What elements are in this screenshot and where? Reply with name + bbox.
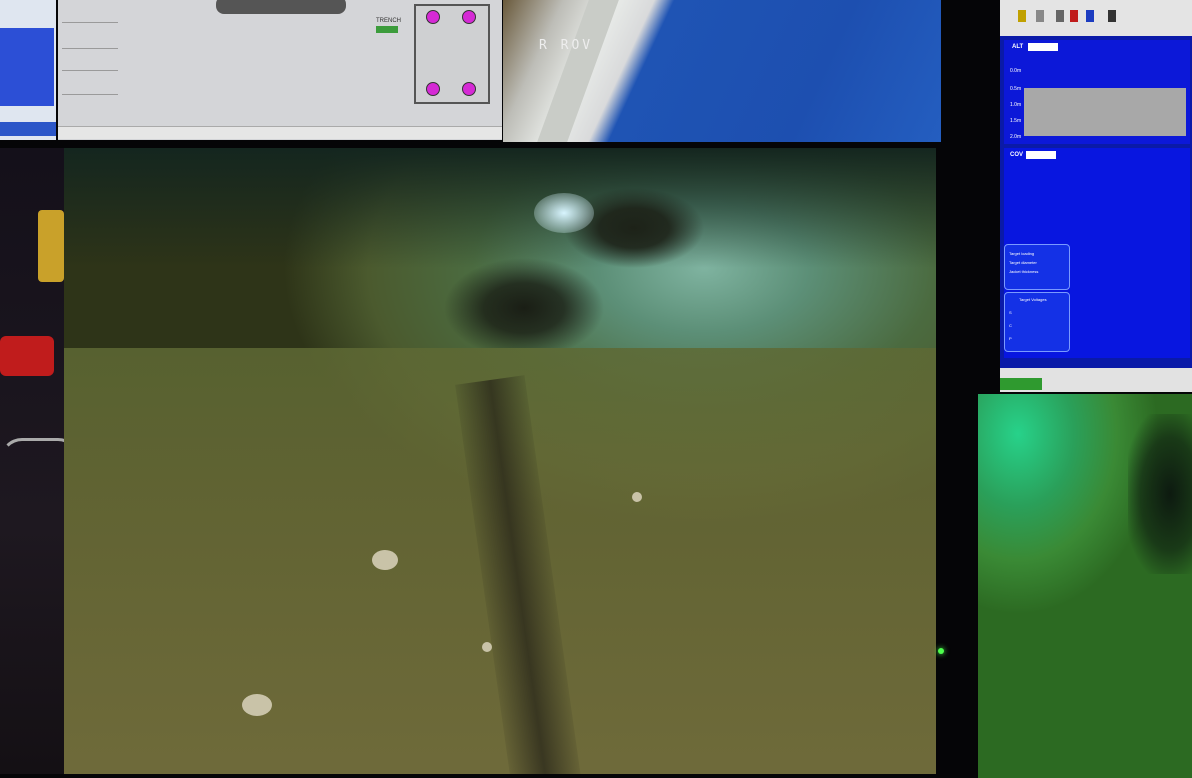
tool-icon-2[interactable] <box>1036 10 1044 22</box>
shell <box>242 694 272 716</box>
thruster-panel <box>414 4 490 104</box>
control-room-monitor <box>0 148 74 774</box>
tool-icon-5[interactable] <box>1086 10 1094 22</box>
cov-value <box>1026 151 1056 159</box>
divider <box>62 94 118 95</box>
altitude-gauge <box>1024 88 1186 136</box>
tool-icon-3[interactable] <box>1056 10 1064 22</box>
info-row: Target loading <box>1009 251 1035 256</box>
vehicle-tracks-diagram <box>216 0 346 14</box>
scada-monitor: TRENCH <box>58 0 502 140</box>
operator-red-object <box>0 336 54 376</box>
telemetry-monitor: ALT 0.0m 0.5m 1.0m 1.5m 2.0m COV Target … <box>1000 0 1192 392</box>
info-row: Jacket thickness <box>1009 269 1039 274</box>
alt-value <box>1028 43 1058 51</box>
voltages-title: Target Voltages <box>1019 297 1047 302</box>
thruster-icon <box>462 82 476 96</box>
info-row: Target diameter <box>1009 260 1037 265</box>
trench-label: TRENCH <box>376 18 401 24</box>
scada-taskbar[interactable] <box>58 126 502 139</box>
power-led <box>938 648 944 654</box>
shell <box>372 550 398 570</box>
toolbar <box>1000 0 1192 36</box>
thruster-icon <box>426 82 440 96</box>
alt-tick: 2.0m <box>1010 134 1022 140</box>
target-voltages-box: Target Voltages S C P <box>1004 292 1070 352</box>
alt-label: ALT <box>1012 44 1024 50</box>
light-flare <box>534 193 594 233</box>
target-info-box: Target loading Target diameter Jacket th… <box>1004 244 1070 290</box>
taskbar <box>0 122 56 136</box>
chair-outline <box>0 438 74 488</box>
small-status-monitor <box>0 0 56 140</box>
trench-value <box>376 26 398 33</box>
shell <box>482 642 492 652</box>
shell <box>632 492 642 502</box>
deck-edge <box>537 0 619 142</box>
net-debris <box>1128 414 1192 574</box>
tool-icon-1[interactable] <box>1018 10 1026 22</box>
status-panel <box>0 28 54 106</box>
divider <box>62 70 118 71</box>
operator-yellow-jacket <box>38 210 64 282</box>
divider <box>62 48 118 49</box>
telemetry-taskbar <box>1000 368 1192 392</box>
cov-panel: COV Target loading Target diameter Jacke… <box>1004 148 1190 358</box>
alt-tick: 0.5m <box>1010 86 1022 92</box>
alt-tick: 1.0m <box>1010 102 1022 108</box>
cov-label: COV <box>1010 152 1024 158</box>
voltage-row: P <box>1009 336 1012 341</box>
start-button[interactable] <box>1000 378 1042 390</box>
thruster-icon <box>426 10 440 24</box>
altitude-panel: ALT 0.0m 0.5m 1.0m 1.5m 2.0m <box>1004 40 1190 144</box>
main-rov-camera-feed <box>64 148 936 774</box>
voltage-row: C <box>1009 323 1012 328</box>
secondary-rov-camera-feed <box>978 394 1192 778</box>
voltage-row: S <box>1009 310 1012 315</box>
thruster-icon <box>462 10 476 24</box>
divider <box>62 22 118 23</box>
camera-overlay-text: R ROV <box>539 38 594 53</box>
tool-icon-6[interactable] <box>1108 10 1116 22</box>
alt-tick: 1.5m <box>1010 118 1022 124</box>
deck-camera-monitor: R ROV <box>503 0 941 142</box>
alt-tick: 0.0m <box>1010 68 1022 74</box>
tool-icon-4[interactable] <box>1070 10 1078 22</box>
